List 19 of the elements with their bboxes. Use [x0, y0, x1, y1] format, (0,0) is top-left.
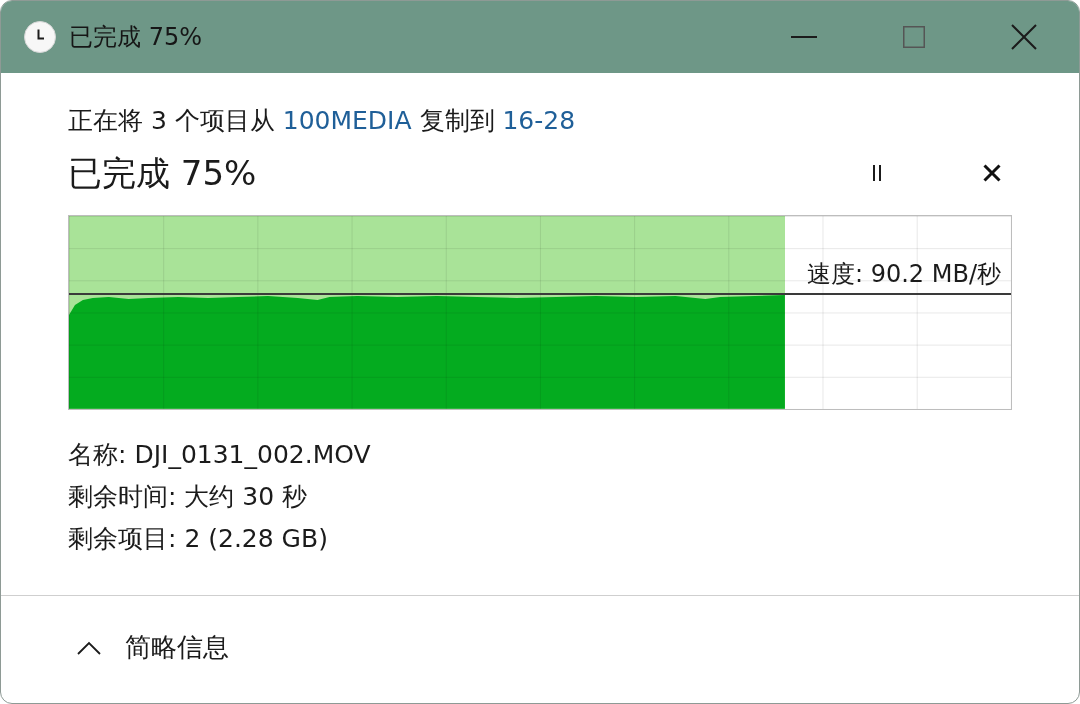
detail-label: 名称: — [68, 440, 127, 469]
folder-link[interactable]: 100MEDIA — [282, 106, 412, 135]
copy-summary: 正在将 3 个项目从 100MEDIA 复制到 16-28 — [68, 105, 577, 137]
progress-heading: 已完成 75% — [68, 152, 258, 195]
pause-icon — [873, 165, 881, 181]
detail-label: 剩余项目: — [68, 524, 177, 553]
detail-label: 剩余时间: — [68, 482, 177, 511]
detail-value: 2 (2.28 GB) — [184, 524, 328, 553]
details-toggle[interactable]: 简略信息 — [77, 630, 229, 665]
window-title: 已完成 75% — [69, 22, 203, 53]
folder-link[interactable]: 16-28 — [502, 106, 576, 135]
minimize-icon — [791, 36, 817, 38]
speed-label: 速度: 90.2 MB/秒 — [806, 259, 1001, 290]
close-icon — [1011, 24, 1037, 50]
detail-value: 大约 30 秒 — [184, 482, 308, 511]
maximize-icon — [903, 26, 925, 48]
clock-icon — [24, 21, 56, 53]
detail-value: DJI_0131_002.MOV — [134, 440, 371, 469]
close-icon — [983, 164, 1001, 182]
